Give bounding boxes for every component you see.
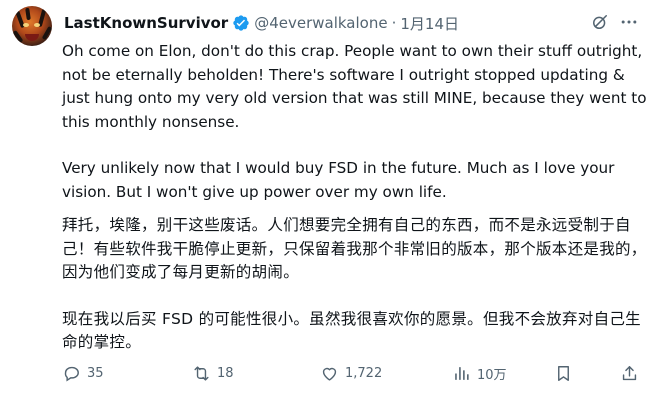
separator-dot: · — [391, 14, 397, 32]
tweet-text-en-2: Very unlikely now that I would buy FSD i… — [62, 159, 615, 201]
tweet-card: LastKnownSurvivor @4everwalkalone · 1月14… — [0, 0, 660, 404]
repost-icon — [194, 365, 209, 381]
tweet-header: LastKnownSurvivor @4everwalkalone · 1月14… — [64, 12, 459, 34]
action-bar: 35 18 1,722 10万 — [62, 362, 642, 384]
like-button[interactable]: 1,722 — [320, 362, 382, 384]
reply-icon — [64, 366, 79, 382]
reply-count: 35 — [87, 365, 104, 381]
views-chart-icon — [455, 366, 469, 380]
share-icon — [622, 365, 636, 380]
more-icon[interactable] — [618, 12, 640, 32]
user-handle[interactable]: @4everwalkalone — [254, 14, 387, 32]
verified-badge-icon — [232, 14, 250, 32]
tweet-body: Oh come on Elon, don't do this crap. Peo… — [62, 40, 650, 355]
display-name[interactable]: LastKnownSurvivor — [64, 14, 228, 32]
tweet-date[interactable]: 1月14日 — [400, 13, 459, 34]
like-count: 1,722 — [345, 365, 383, 381]
bookmark-icon — [557, 365, 569, 381]
heart-icon — [322, 367, 337, 381]
repost-button[interactable]: 18 — [192, 362, 234, 384]
reply-button[interactable]: 35 — [62, 362, 104, 384]
grok-icon[interactable] — [590, 12, 610, 32]
tweet-text-zh-2: 现在我以后买 FSD 的可能性很小。虽然我很喜欢你的愿景。但我不会放弃对自己生命… — [62, 309, 641, 352]
view-count: 10万 — [477, 367, 507, 383]
bookmark-button[interactable] — [552, 362, 574, 384]
avatar[interactable] — [12, 6, 52, 46]
tweet-text-zh-1: 拜托，埃隆，别干这些废话。人们想要完全拥有自己的东西，而不是永远受制于自己！有些… — [62, 216, 647, 281]
tweet-text-en-1: Oh come on Elon, don't do this crap. Peo… — [62, 42, 647, 131]
repost-count: 18 — [217, 365, 234, 381]
views-button[interactable]: 10万 — [452, 362, 507, 384]
share-button[interactable] — [618, 362, 640, 384]
